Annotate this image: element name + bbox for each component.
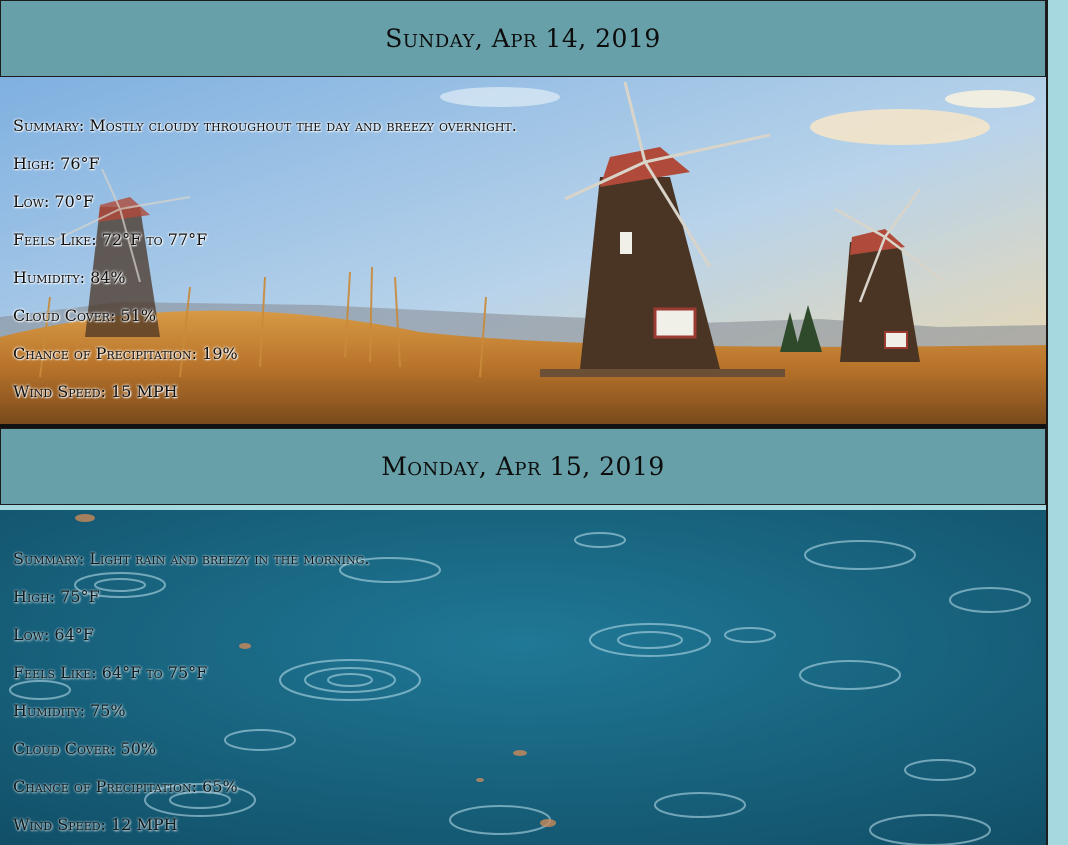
page-border — [1046, 0, 1048, 845]
wind-speed: Wind Speed: 15 MPH — [13, 382, 178, 401]
low-temp: Low: 70°F — [13, 192, 94, 211]
high-temp: High: 75°F — [13, 587, 100, 606]
feels-like: Feels Like: 72°F to 77°F — [13, 230, 208, 249]
day-header: Monday, Apr 15, 2019 — [0, 428, 1046, 505]
humidity: Humidity: 75% — [13, 701, 126, 720]
day-header: Sunday, Apr 14, 2019 — [0, 0, 1046, 77]
day-title: Monday, Apr 15, 2019 — [381, 452, 665, 481]
high-temp: High: 76°F — [13, 154, 100, 173]
forecast-page: Sunday, Apr 14, 2019 Summary: Mostly clo… — [0, 0, 1046, 845]
day-details: Summary: Light rain and breezy in the mo… — [13, 540, 369, 844]
day-card: Summary: Mostly cloudy throughout the da… — [0, 77, 1046, 424]
summary-text: Summary: Light rain and breezy in the mo… — [13, 549, 370, 568]
precipitation-chance: Chance of Precipitation: 65% — [13, 777, 238, 796]
day-title: Sunday, Apr 14, 2019 — [385, 24, 661, 53]
feels-like: Feels Like: 64°F to 75°F — [13, 663, 208, 682]
day-card: Summary: Light rain and breezy in the mo… — [0, 510, 1046, 845]
wind-speed: Wind Speed: 12 MPH — [13, 815, 178, 834]
summary-text: Summary: Mostly cloudy throughout the da… — [13, 116, 517, 135]
cloud-cover: Cloud Cover: 51% — [13, 306, 157, 325]
cloud-cover: Cloud Cover: 50% — [13, 739, 157, 758]
precipitation-chance: Chance of Precipitation: 19% — [13, 344, 238, 363]
day-details: Summary: Mostly cloudy throughout the da… — [13, 107, 517, 411]
humidity: Humidity: 84% — [13, 268, 126, 287]
low-temp: Low: 64°F — [13, 625, 94, 644]
